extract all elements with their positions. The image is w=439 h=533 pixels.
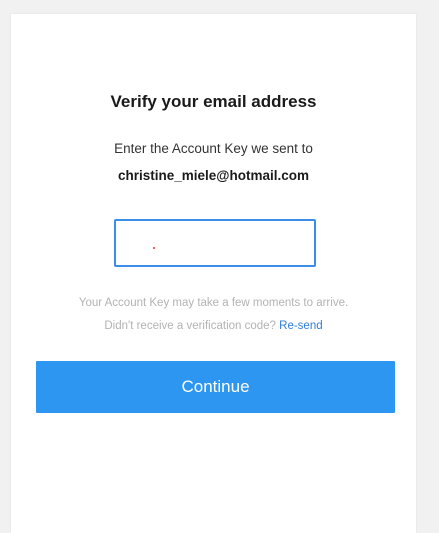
arrival-note: Your Account Key may take a few moments … (78, 297, 349, 309)
resend-note: Didn't receive a verification code? Re-s… (11, 320, 416, 332)
page-title: Verify your email address (110, 92, 317, 111)
continue-button[interactable]: Continue (36, 361, 395, 413)
account-key-input[interactable] (114, 219, 316, 267)
email-address: christine_miele@hotmail.com (118, 168, 309, 183)
verify-card: Verify your email address Enter the Acco… (11, 14, 416, 533)
resend-link[interactable]: Re-send (279, 320, 322, 332)
resend-prompt: Didn't receive a verification code? (104, 320, 280, 332)
input-cursor-mark (153, 247, 155, 249)
instructions-text: Enter the Account Key we sent to (114, 141, 313, 156)
